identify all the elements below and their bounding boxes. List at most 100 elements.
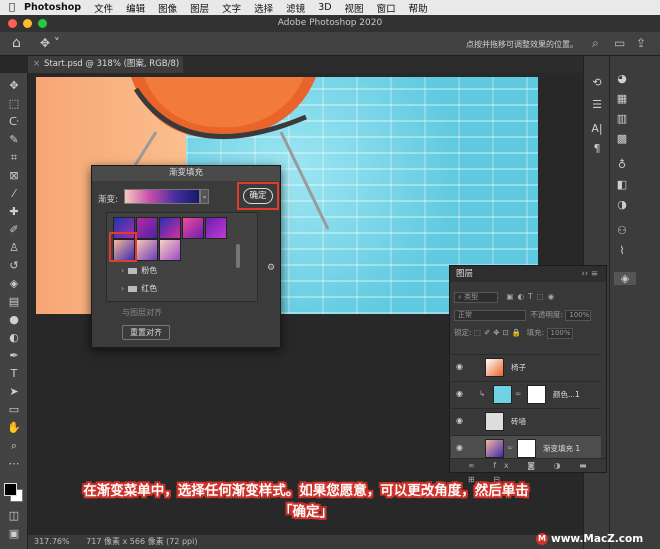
- menu-app-name[interactable]: Photoshop: [24, 2, 81, 13]
- gear-icon[interactable]: ⚙: [267, 263, 275, 273]
- gradient-preset[interactable]: [136, 239, 158, 261]
- folder-pink[interactable]: › 粉色: [121, 265, 157, 276]
- watermark-logo-icon: M: [536, 533, 548, 545]
- zoom-window-button[interactable]: [38, 19, 47, 28]
- marquee-tool-icon[interactable]: ⬚: [6, 97, 22, 111]
- visibility-eye-icon[interactable]: ◉: [456, 443, 463, 452]
- layers-footer-icons[interactable]: ∞ fx ◙ ◑ ▬ ⊞ ⊟: [450, 458, 606, 484]
- gradient-tool-icon[interactable]: ▤: [6, 295, 22, 309]
- menu-file[interactable]: 文件: [94, 1, 113, 15]
- close-tab-icon[interactable]: ×: [33, 56, 40, 73]
- panel-menu-icon[interactable]: ›› ≡: [581, 266, 598, 282]
- zoom-level[interactable]: 317.76%: [34, 537, 70, 546]
- layers-panel-icon[interactable]: ◈: [614, 272, 636, 285]
- menu-image[interactable]: 图像: [158, 1, 177, 15]
- gradient-preset[interactable]: [136, 217, 158, 239]
- home-icon[interactable]: ⌂: [12, 35, 21, 51]
- search-icon[interactable]: ⌕: [592, 36, 599, 51]
- menu-view[interactable]: 视图: [345, 1, 364, 15]
- link-icon: ∞: [515, 389, 522, 398]
- share-icon[interactable]: ⇪: [636, 36, 646, 50]
- gradient-dropdown-icon[interactable]: ⌄: [200, 189, 209, 204]
- picker-scrollbar[interactable]: [236, 244, 240, 268]
- visibility-eye-icon[interactable]: ◉: [456, 362, 463, 371]
- apple-menu-icon[interactable]: : [0, 2, 24, 13]
- type-tool-icon[interactable]: T: [6, 367, 22, 381]
- channels-icon[interactable]: ⚇: [614, 224, 630, 237]
- foreground-color-swatch[interactable]: [4, 483, 17, 496]
- lasso-tool-icon[interactable]: ᑢ: [6, 115, 22, 129]
- layer-row[interactable]: ◉ 椅子: [451, 354, 601, 380]
- layers-panel-title[interactable]: 图层: [456, 269, 473, 279]
- filter-icons[interactable]: ▣◐T⬚◉: [506, 292, 558, 301]
- gradient-preset[interactable]: [205, 217, 227, 239]
- folder-red[interactable]: › 红色: [121, 283, 157, 294]
- options-hint: 点按并拖移可调整效果的位置。: [466, 40, 578, 49]
- eraser-tool-icon[interactable]: ◈: [6, 277, 22, 291]
- character-icon[interactable]: A|: [589, 122, 605, 135]
- gradient-preset[interactable]: [159, 217, 181, 239]
- quick-select-tool-icon[interactable]: ✎: [6, 133, 22, 147]
- layer-row[interactable]: ◉ 砖墙: [451, 408, 601, 434]
- screen-mode-icon[interactable]: ▣: [6, 527, 22, 541]
- menu-window[interactable]: 窗口: [377, 1, 396, 15]
- visibility-eye-icon[interactable]: ◉: [456, 389, 463, 398]
- gradient-preset[interactable]: [159, 239, 181, 261]
- patterns-icon[interactable]: ▩: [614, 132, 630, 145]
- stamp-tool-icon[interactable]: ♙: [6, 241, 22, 255]
- reset-align-button[interactable]: 重置对齐: [122, 325, 170, 340]
- more-tools-icon[interactable]: ⋯: [6, 457, 22, 471]
- fill-field[interactable]: 100%: [546, 327, 573, 339]
- menu-edit[interactable]: 编辑: [126, 1, 145, 15]
- history-brush-tool-icon[interactable]: ↺: [6, 259, 22, 273]
- quick-mask-icon[interactable]: ◫: [6, 509, 22, 523]
- color-icon[interactable]: ◕: [614, 72, 630, 85]
- gradients-icon[interactable]: ▥: [614, 112, 630, 125]
- ok-button[interactable]: 确定: [243, 188, 273, 204]
- clip-arrow-icon: ↳: [479, 389, 486, 398]
- kind-filter-select[interactable]: ⌕ 类型: [454, 291, 498, 303]
- blur-tool-icon[interactable]: ●: [6, 313, 22, 327]
- layer-name: 砖墙: [511, 417, 526, 426]
- zoom-tool-icon[interactable]: ⌕: [6, 439, 22, 453]
- workspace-icon[interactable]: ▭: [614, 36, 625, 50]
- paths-icon[interactable]: ⌇: [614, 244, 630, 257]
- properties-icon[interactable]: ☰: [589, 98, 605, 111]
- libraries-icon[interactable]: ◧: [614, 178, 630, 191]
- adjustments-icon[interactable]: ◑: [614, 198, 630, 211]
- frame-tool-icon[interactable]: ⊠: [6, 169, 22, 183]
- healing-brush-tool-icon[interactable]: ✚: [6, 205, 22, 219]
- hand-tool-icon[interactable]: ✋: [6, 421, 22, 435]
- learn-icon[interactable]: ♁: [614, 158, 630, 171]
- lock-icons[interactable]: ⬚✐✥⊡🔒: [474, 328, 524, 337]
- rectangle-tool-icon[interactable]: ▭: [6, 403, 22, 417]
- brush-tool-icon[interactable]: ✐: [6, 223, 22, 237]
- path-select-tool-icon[interactable]: ➤: [6, 385, 22, 399]
- menu-type[interactable]: 文字: [222, 1, 241, 15]
- window-title-bar: Adobe Photoshop 2020: [0, 15, 660, 32]
- minimize-window-button[interactable]: [23, 19, 32, 28]
- opacity-field[interactable]: 100%: [565, 309, 592, 321]
- adjustment-thumbnail: [493, 385, 512, 404]
- menu-help[interactable]: 帮助: [409, 1, 428, 15]
- blend-mode-select[interactable]: 正常: [454, 309, 526, 321]
- gradient-preset[interactable]: [182, 217, 204, 239]
- close-window-button[interactable]: [8, 19, 17, 28]
- history-icon[interactable]: ⟲: [589, 76, 605, 89]
- menu-filter[interactable]: 滤镜: [286, 1, 305, 15]
- move-tool-icon[interactable]: ✥ ˅: [40, 36, 60, 50]
- paragraph-icon[interactable]: ¶: [589, 142, 605, 155]
- document-tab[interactable]: × Start.psd @ 318% (图案, RGB/8) *: [28, 56, 183, 86]
- eyedropper-tool-icon[interactable]: ⁄: [6, 187, 22, 201]
- menu-3d[interactable]: 3D: [318, 2, 331, 13]
- dodge-tool-icon[interactable]: ◐: [6, 331, 22, 345]
- gradient-preview-swatch[interactable]: [124, 189, 200, 204]
- pen-tool-icon[interactable]: ✒: [6, 349, 22, 363]
- visibility-eye-icon[interactable]: ◉: [456, 416, 463, 425]
- menu-layer[interactable]: 图层: [190, 1, 209, 15]
- move-tool-icon[interactable]: ✥: [6, 79, 22, 93]
- swatches-icon[interactable]: ▦: [614, 92, 630, 105]
- crop-tool-icon[interactable]: ⌗: [6, 151, 22, 165]
- layer-row[interactable]: ◉ ↳ ∞ 颜色...1: [451, 381, 601, 407]
- menu-select[interactable]: 选择: [254, 1, 273, 15]
